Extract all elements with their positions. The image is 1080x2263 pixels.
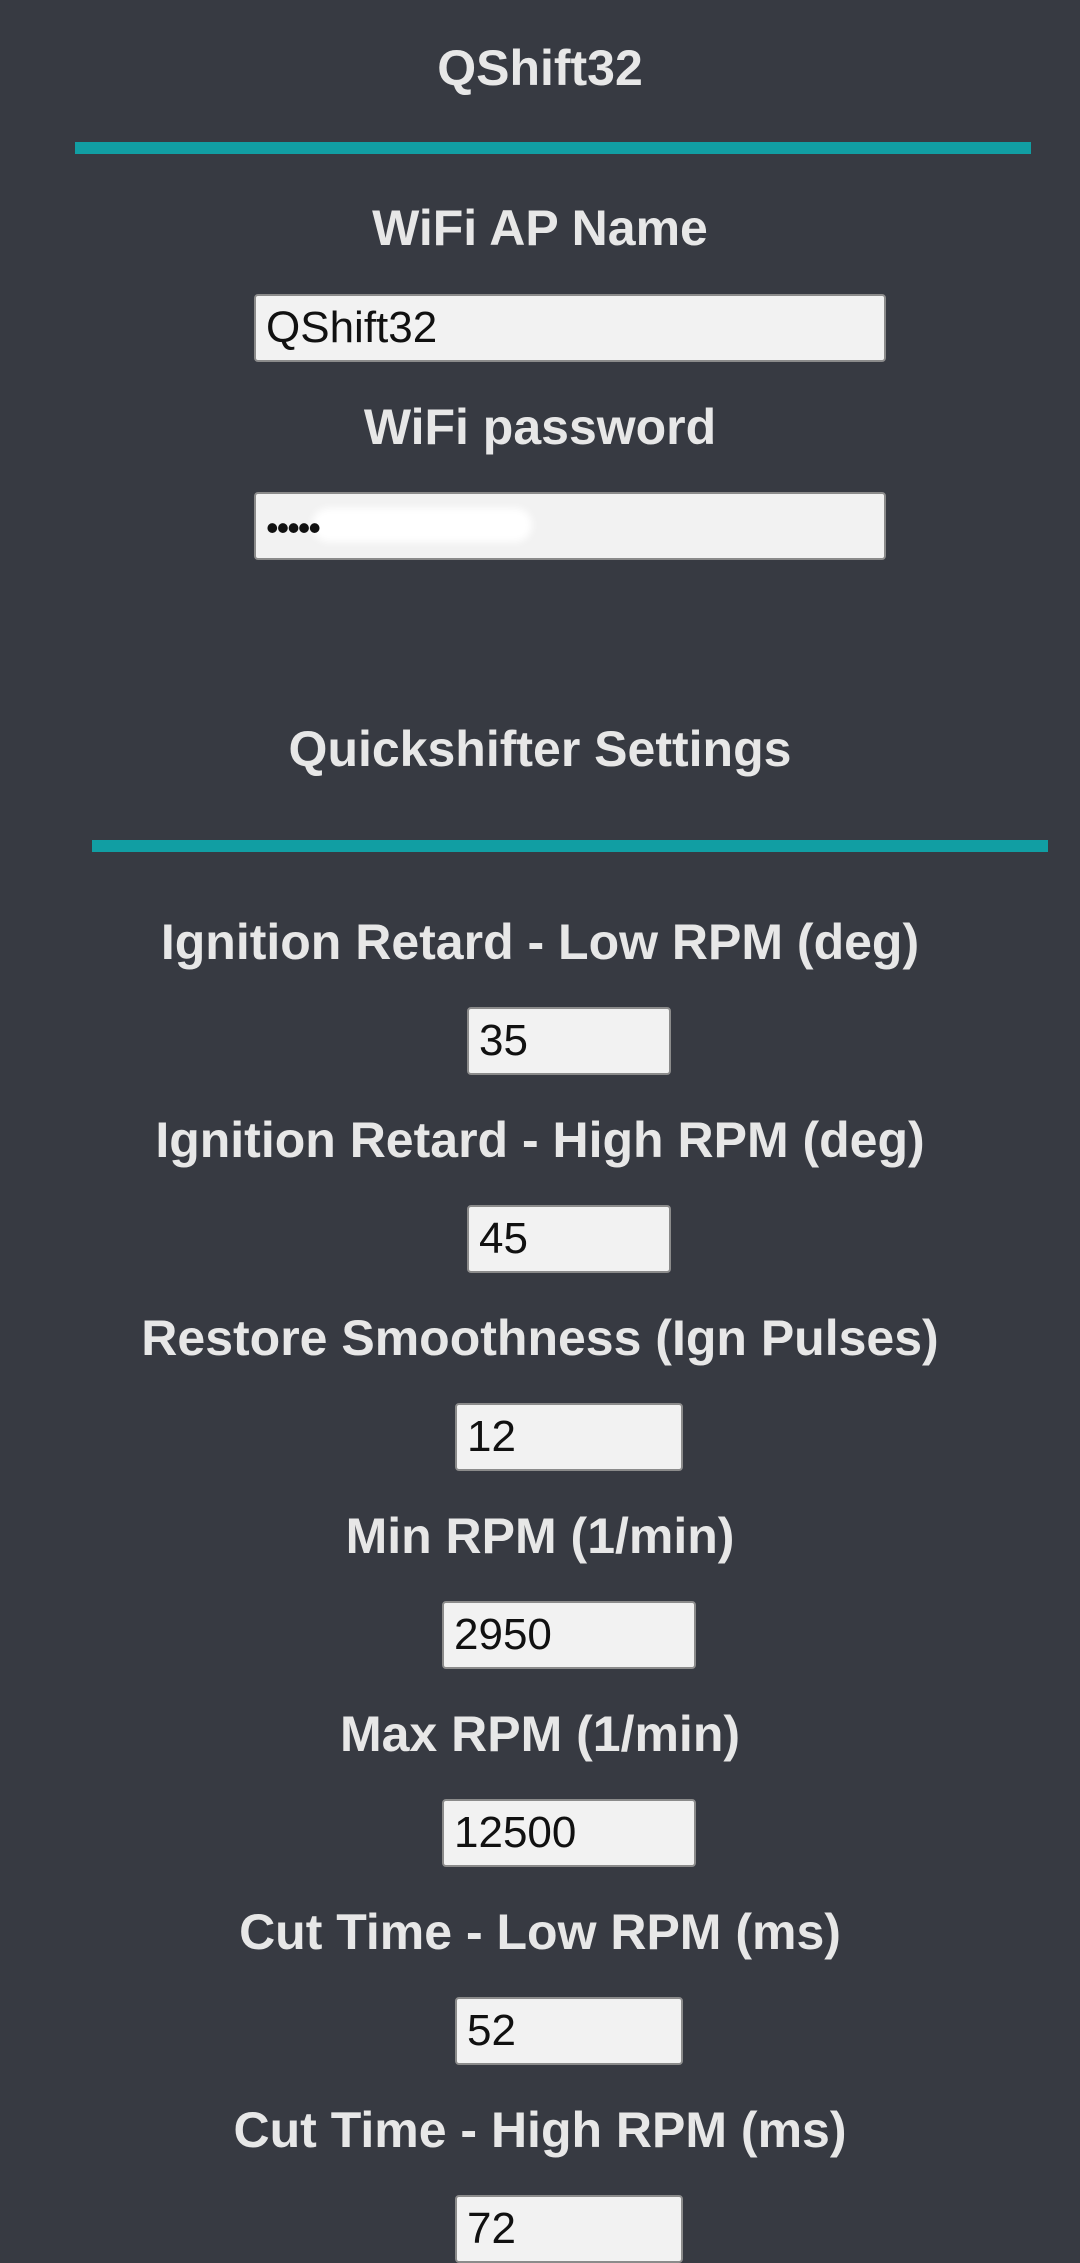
min-rpm-input[interactable]: 2950: [442, 1601, 696, 1669]
title-divider: [75, 142, 1031, 154]
cut-time-high-input[interactable]: 72: [455, 2195, 683, 2263]
restore-smoothness-value: 12: [467, 1412, 516, 1461]
restore-smoothness-input[interactable]: 12: [455, 1403, 683, 1471]
ign-retard-low-label: Ignition Retard - Low RPM (deg): [160, 914, 920, 970]
ign-retard-low-input[interactable]: 35: [467, 1007, 671, 1075]
restore-smoothness-label: Restore Smoothness (Ign Pulses): [141, 1310, 939, 1366]
password-redaction: [312, 508, 532, 542]
cut-time-low-value: 52: [467, 2006, 516, 2055]
wifi-ap-name-input[interactable]: QShift32: [254, 294, 886, 362]
page-title: QShift32: [437, 40, 643, 96]
max-rpm-value: 12500: [454, 1808, 577, 1857]
cut-time-high-label: Cut Time - High RPM (ms): [233, 2102, 847, 2158]
min-rpm-label: Min RPM (1/min): [345, 1508, 735, 1564]
ign-retard-low-value: 35: [479, 1016, 528, 1065]
wifi-password-value: •••••: [266, 507, 321, 548]
wifi-ap-name-value: QShift32: [266, 303, 438, 352]
max-rpm-input[interactable]: 12500: [442, 1799, 696, 1867]
cut-time-low-label: Cut Time - Low RPM (ms): [239, 1904, 841, 1960]
section-divider: [92, 840, 1048, 852]
cut-time-high-value: 72: [467, 2204, 516, 2253]
min-rpm-value: 2950: [454, 1610, 552, 1659]
wifi-ap-name-label: WiFi AP Name: [372, 200, 708, 256]
max-rpm-label: Max RPM (1/min): [339, 1706, 741, 1762]
cut-time-low-input[interactable]: 52: [455, 1997, 683, 2065]
quickshifter-settings-heading: Quickshifter Settings: [288, 721, 792, 777]
ign-retard-high-label: Ignition Retard - High RPM (deg): [155, 1112, 925, 1168]
wifi-password-label: WiFi password: [363, 399, 717, 455]
wifi-password-input[interactable]: •••••: [254, 492, 886, 560]
ign-retard-high-value: 45: [479, 1214, 528, 1263]
ign-retard-high-input[interactable]: 45: [467, 1205, 671, 1273]
